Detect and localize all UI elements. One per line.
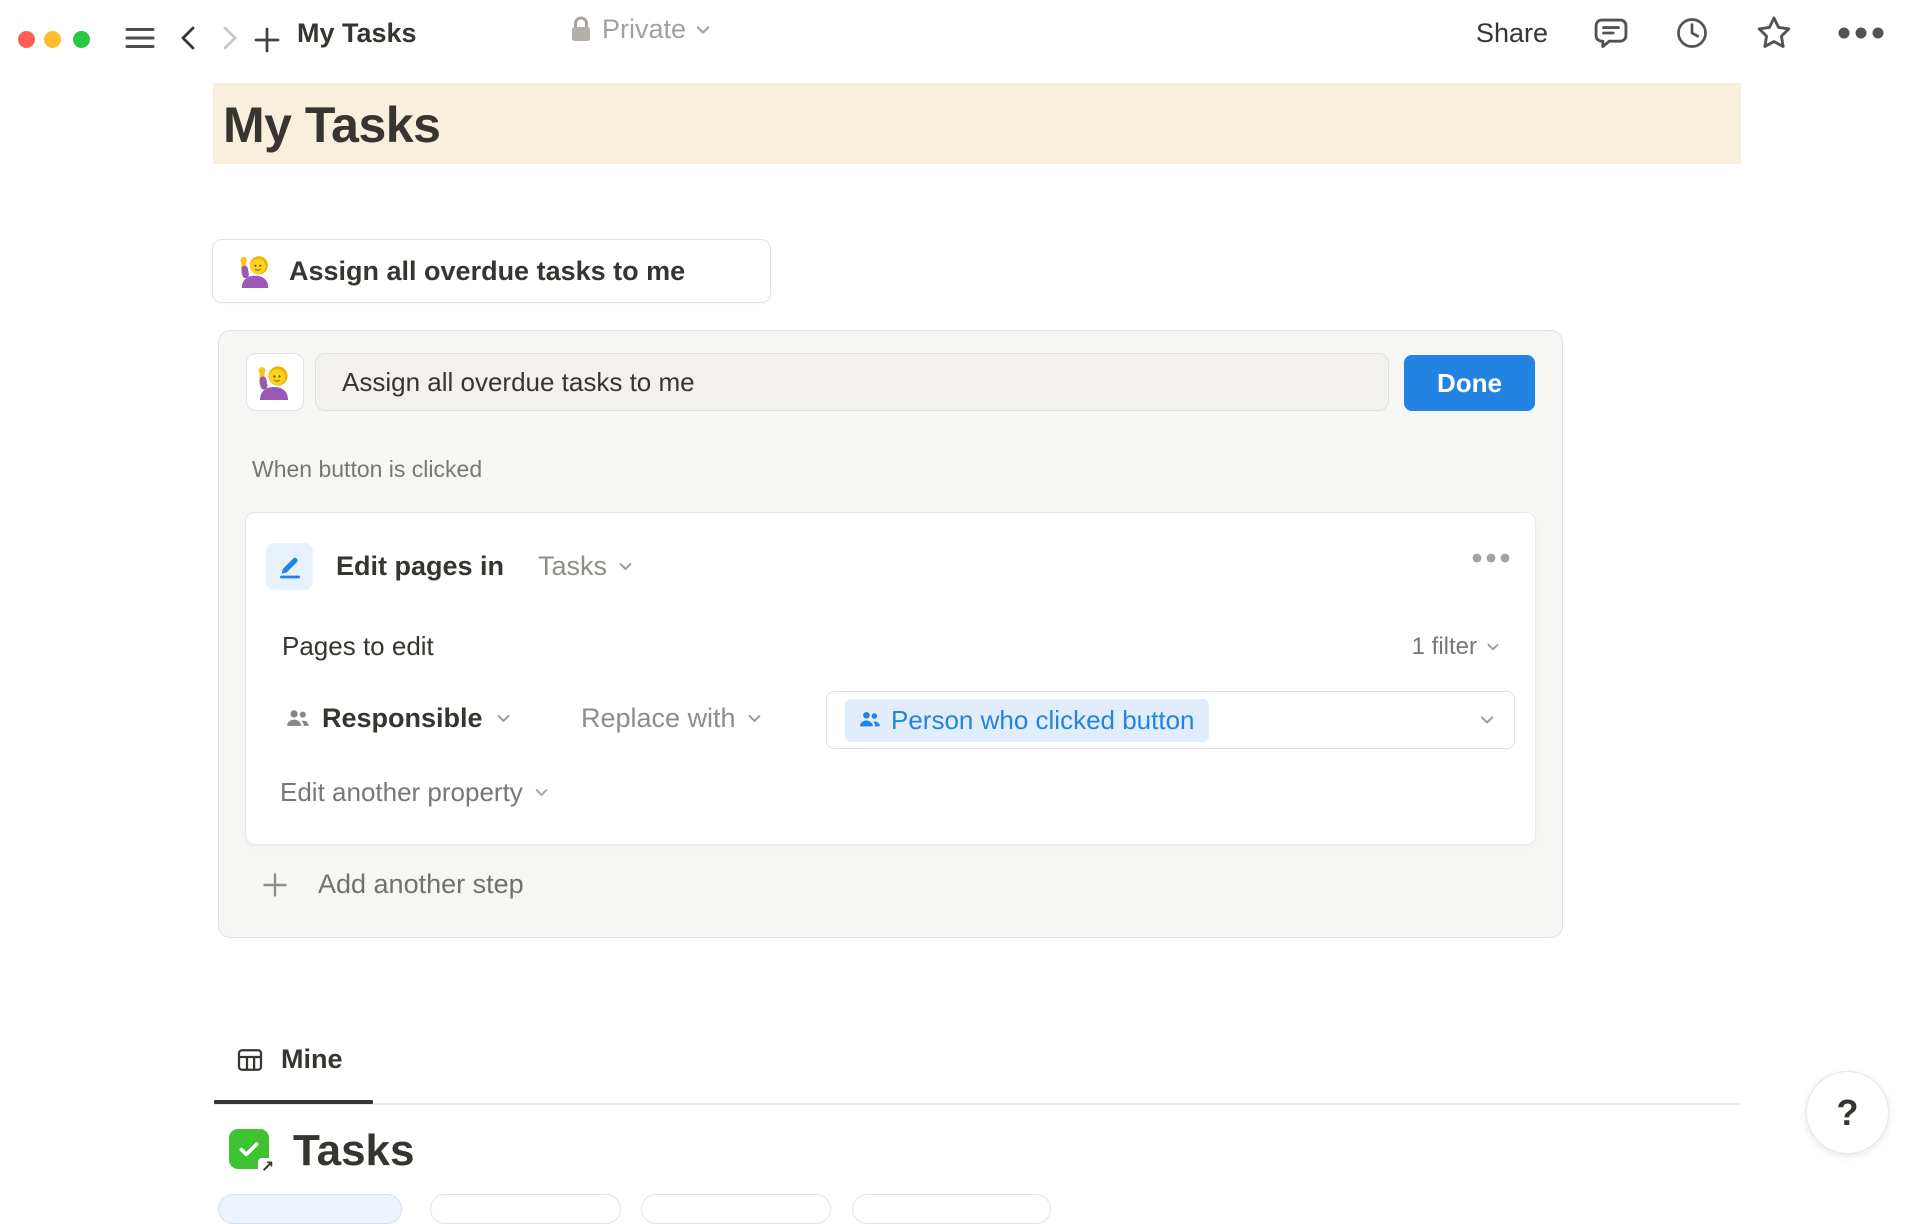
privacy-dropdown[interactable]: Private <box>568 14 712 45</box>
active-tab-underline <box>214 1100 373 1104</box>
page-title: My Tasks <box>223 96 1741 154</box>
view-tab-label: Mine <box>281 1044 343 1075</box>
window-zoom-button[interactable] <box>73 31 90 48</box>
person-chip-label: Person who clicked button <box>891 705 1195 736</box>
database-select[interactable]: Tasks <box>538 551 634 582</box>
database-heading: ↗ Tasks <box>229 1126 415 1176</box>
share-button[interactable]: Share <box>1476 18 1548 49</box>
chevron-down-icon <box>495 710 512 727</box>
lock-icon <box>568 15 594 45</box>
button-name-input[interactable] <box>315 353 1389 411</box>
edit-pages-step-card: Edit pages in Tasks Pages to edit 1 filt… <box>245 512 1536 845</box>
sidebar-menu-icon[interactable] <box>125 26 155 50</box>
filter-pill[interactable] <box>852 1194 1051 1224</box>
new-page-icon[interactable] <box>252 25 282 55</box>
operator-select-value: Replace with <box>581 703 736 734</box>
view-tab-mine[interactable]: Mine <box>235 1044 343 1075</box>
filter-select-value: 1 filter <box>1412 633 1477 661</box>
add-property-label: Edit another property <box>280 777 523 808</box>
filter-select[interactable]: 1 filter <box>1412 633 1501 661</box>
property-select-value: Responsible <box>322 703 483 734</box>
linked-database-arrow-icon: ↗ <box>258 1158 277 1177</box>
woman-raising-hand-emoji <box>257 364 293 400</box>
table-view-icon <box>235 1045 265 1075</box>
chevron-down-icon <box>533 784 550 801</box>
filter-pill[interactable] <box>218 1194 402 1224</box>
back-icon[interactable] <box>176 24 202 52</box>
button-editor-panel: Done When button is clicked Edit pages i… <box>218 330 1563 938</box>
assignee-value-dropdown[interactable]: Person who clicked button <box>826 691 1515 749</box>
step-action-label: Edit pages in <box>336 551 504 582</box>
trigger-label: When button is clicked <box>252 456 482 483</box>
privacy-label: Private <box>602 14 686 45</box>
operator-select[interactable]: Replace with <box>581 703 763 734</box>
window-topbar: My Tasks Private Share <box>0 0 1920 66</box>
edit-pages-icon <box>266 543 313 590</box>
breadcrumb-page-title[interactable]: My Tasks <box>297 18 417 49</box>
checkmark-emoji: ↗ <box>229 1129 273 1173</box>
help-button[interactable]: ? <box>1806 1071 1889 1154</box>
window-close-button[interactable] <box>18 31 35 48</box>
button-emoji-picker[interactable] <box>246 353 304 411</box>
plus-icon <box>260 870 290 900</box>
more-options-icon[interactable] <box>1838 27 1884 39</box>
pages-to-edit-label: Pages to edit <box>282 631 434 662</box>
chevron-down-icon <box>617 558 634 575</box>
assign-tasks-button-label: Assign all overdue tasks to me <box>289 256 685 287</box>
database-title[interactable]: Tasks <box>293 1126 415 1176</box>
filter-pill[interactable] <box>641 1194 831 1224</box>
chevron-down-icon <box>694 21 712 39</box>
add-another-step-button[interactable]: Add another step <box>260 869 524 900</box>
tab-divider <box>214 1103 1741 1105</box>
step-more-options-icon[interactable] <box>1472 553 1510 563</box>
forward-icon[interactable] <box>216 24 242 52</box>
chevron-down-icon <box>1478 711 1496 729</box>
woman-raising-hand-emoji <box>239 254 273 288</box>
topbar-actions: Share <box>1476 0 1884 66</box>
window-minimize-button[interactable] <box>44 31 61 48</box>
people-icon <box>286 707 310 731</box>
property-select[interactable]: Responsible <box>286 703 512 734</box>
person-chip[interactable]: Person who clicked button <box>845 699 1209 742</box>
chevron-down-icon <box>746 710 763 727</box>
chevron-down-icon <box>1485 639 1501 655</box>
favorite-star-icon[interactable] <box>1754 13 1794 53</box>
people-icon <box>859 709 881 731</box>
add-property-dropdown[interactable]: Edit another property <box>280 777 550 808</box>
updates-clock-icon[interactable] <box>1674 15 1710 51</box>
add-another-step-label: Add another step <box>318 869 524 900</box>
database-select-value: Tasks <box>538 551 607 582</box>
comments-icon[interactable] <box>1592 14 1630 52</box>
page-title-banner: My Tasks <box>213 83 1741 164</box>
assign-tasks-button[interactable]: Assign all overdue tasks to me <box>212 239 771 303</box>
filter-pill[interactable] <box>430 1194 621 1224</box>
done-button[interactable]: Done <box>1404 355 1535 411</box>
